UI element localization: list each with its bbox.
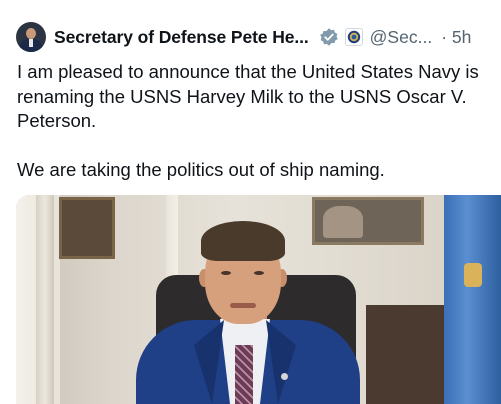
author-handle[interactable]: @Sec... [370,27,433,48]
tweet-text: I am pleased to announce that the United… [17,60,492,183]
tweet-paragraph: We are taking the politics out of ship n… [17,159,385,180]
wall-photo [312,197,424,245]
dod-seal-icon[interactable] [344,28,363,46]
tweet-video[interactable] [16,195,501,404]
flag [444,195,501,404]
tweet-timestamp[interactable]: · 5h [441,27,471,48]
verified-badge-icon [319,28,338,46]
tweet[interactable]: Secretary of Defense Pete He... @Sec... … [0,0,501,404]
author-avatar[interactable] [16,22,46,52]
tweet-header: Secretary of Defense Pete He... @Sec... … [16,20,494,54]
tweet-paragraph: I am pleased to announce that the United… [17,61,479,131]
author-name[interactable]: Secretary of Defense Pete He... [54,27,309,48]
wall-painting [59,197,115,259]
